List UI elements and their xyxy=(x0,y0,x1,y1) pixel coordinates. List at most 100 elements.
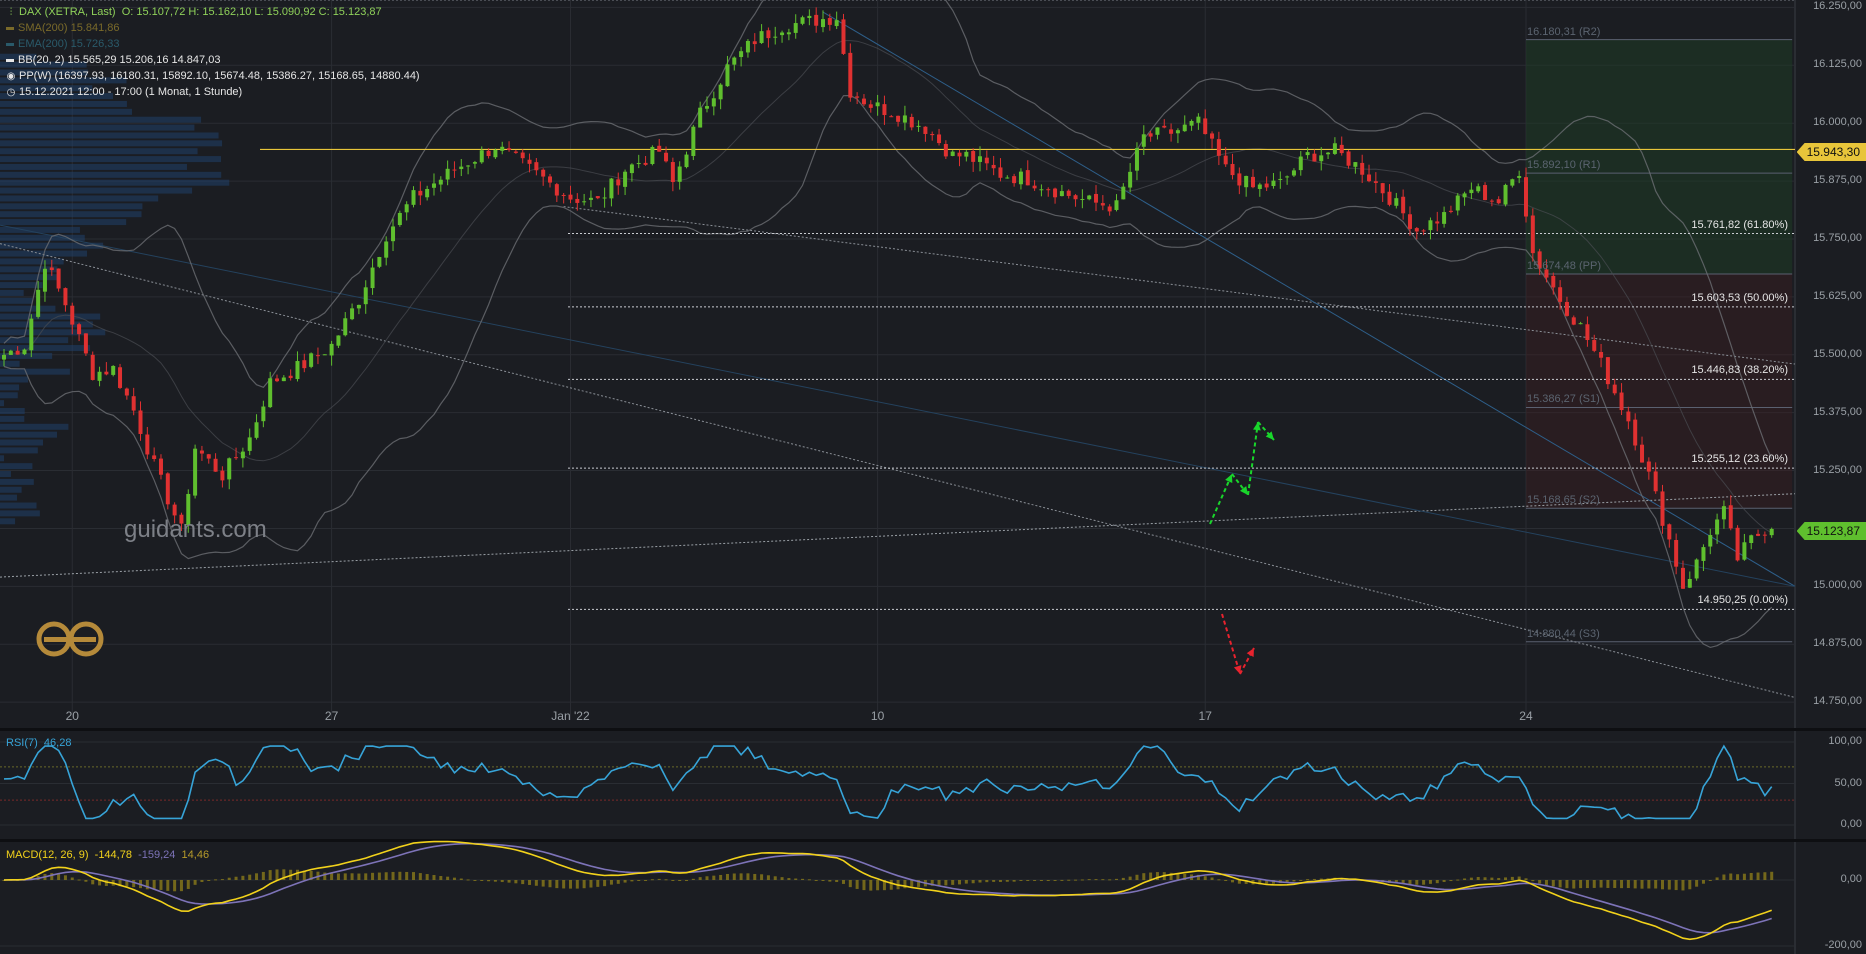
macd-hist-bar xyxy=(794,878,798,880)
candle-body xyxy=(377,257,382,267)
macd-hist-bar xyxy=(57,873,61,880)
volume-bar xyxy=(0,313,101,320)
macd-hist-bar xyxy=(548,880,552,888)
instrument-title: DAX (XETRA, Last) xyxy=(19,6,116,18)
candle-body xyxy=(691,126,696,156)
macd-hist-bar xyxy=(1756,872,1760,880)
macd-hist-bar xyxy=(937,880,941,886)
candle-body xyxy=(657,145,662,152)
volume-bar xyxy=(0,471,11,478)
macd-hist-bar xyxy=(1517,876,1521,880)
macd-hist-bar xyxy=(1660,880,1664,890)
candle-body xyxy=(1053,188,1058,198)
candle-body xyxy=(1189,120,1194,126)
macd-hist-bar xyxy=(220,879,224,881)
candle-body xyxy=(1517,176,1522,178)
candle-body xyxy=(1762,534,1767,536)
candle-body xyxy=(1660,491,1665,526)
candle-body xyxy=(704,106,709,109)
pp-legend[interactable]: ◉ PP(W) (16397.93, 16180.31, 15892.10, 15… xyxy=(6,70,420,82)
macd-hist-bar xyxy=(1497,877,1501,880)
candle-body xyxy=(1653,471,1658,492)
candle-body xyxy=(1442,212,1447,224)
pivot-label: 14.880,44 (S3) xyxy=(1526,627,1600,640)
macd-hist-bar xyxy=(1074,879,1078,881)
volume-bar xyxy=(0,195,159,202)
fib-label: 14.950,25 (0.00%) xyxy=(1697,594,1788,607)
macd-hist-bar xyxy=(1538,880,1542,884)
macd-hist-bar xyxy=(398,871,402,880)
macd-hist-bar xyxy=(841,880,845,884)
macd-hist-bar xyxy=(985,880,989,883)
macd-hist-bar xyxy=(582,880,586,889)
candle-body xyxy=(459,166,464,170)
candle-body xyxy=(1715,519,1720,535)
candle-body xyxy=(520,152,525,159)
candle-body xyxy=(848,52,853,98)
volume-bar xyxy=(0,132,219,139)
volume-bar xyxy=(0,100,127,107)
sma-legend[interactable]: SMA(200) 15.841,86 xyxy=(6,22,120,34)
macd-signal-value: -159,24 xyxy=(138,849,176,861)
candle-body xyxy=(814,14,819,26)
candle-body xyxy=(718,84,723,100)
macd-hist-bar xyxy=(295,869,299,880)
candle-body xyxy=(1203,118,1208,135)
candle-body xyxy=(1578,323,1583,325)
macd-hist-bar xyxy=(1579,880,1583,889)
macd-hist-bar xyxy=(1449,880,1453,882)
macd-hist-bar xyxy=(1715,877,1719,880)
candle-body xyxy=(165,473,170,505)
bb-label: BB(20, 2) 15.565,29 15.206,16 14.847,03 xyxy=(18,54,221,66)
candle-body xyxy=(206,454,211,459)
volume-bar xyxy=(0,431,58,438)
candle-body xyxy=(1455,195,1460,211)
candle-body xyxy=(1496,199,1501,204)
candle-body xyxy=(234,457,239,459)
candle-body xyxy=(998,167,1003,178)
candle-body xyxy=(315,355,320,357)
candle-body xyxy=(541,169,546,177)
macd-hist-bar xyxy=(459,878,463,880)
candle-body xyxy=(227,458,232,480)
macd-hist-bar xyxy=(1640,880,1644,889)
candle-body xyxy=(1107,206,1112,212)
macd-hist-bar xyxy=(1681,880,1685,891)
macd-hist-bar xyxy=(207,880,211,881)
candle-body xyxy=(1667,524,1672,540)
volume-bar xyxy=(0,211,142,218)
candle-body xyxy=(1373,181,1378,183)
candle-body xyxy=(397,212,402,226)
price-tag-last: 15.123,87 xyxy=(1796,522,1866,540)
macd-hist-bar xyxy=(835,880,839,883)
macd-hist-bar xyxy=(1674,880,1678,891)
candle-body xyxy=(1735,527,1740,561)
candle-body xyxy=(213,458,218,472)
rsi-legend[interactable]: RSI(7) 46,28 xyxy=(6,737,71,749)
candle-body xyxy=(1476,186,1481,192)
x-tick-label: 10 xyxy=(870,709,885,723)
volume-bar xyxy=(0,392,18,399)
pivot-label: 15.892,10 (R1) xyxy=(1526,159,1601,172)
macd-hist-bar xyxy=(1708,880,1712,881)
volume-bar xyxy=(0,423,69,430)
candle-body xyxy=(1210,133,1215,139)
candle-body xyxy=(855,96,860,98)
chart-canvas[interactable] xyxy=(0,0,1866,954)
candle-body xyxy=(1012,176,1017,184)
guidants-logo: guidants.com xyxy=(32,516,267,544)
macd-legend[interactable]: MACD(12, 26, 9) -144,78 -159,24 14,46 xyxy=(6,849,209,861)
bb-legend[interactable]: BB(20, 2) 15.565,29 15.206,16 14.847,03 xyxy=(6,54,220,66)
candle-body xyxy=(923,126,928,134)
macd-hist-bar xyxy=(1142,873,1146,880)
candle-body xyxy=(1612,384,1617,394)
pivot-label: 15.674,48 (PP) xyxy=(1526,259,1601,272)
macd-hist-bar xyxy=(1135,874,1139,880)
candle-body xyxy=(97,371,102,381)
ema-legend[interactable]: EMA(200) 15.726,33 xyxy=(6,38,120,50)
candle-body xyxy=(199,450,204,454)
candle-body xyxy=(1332,143,1337,154)
volume-bar xyxy=(0,384,20,391)
macd-hist-bar xyxy=(480,880,484,881)
volume-bar xyxy=(0,116,202,123)
